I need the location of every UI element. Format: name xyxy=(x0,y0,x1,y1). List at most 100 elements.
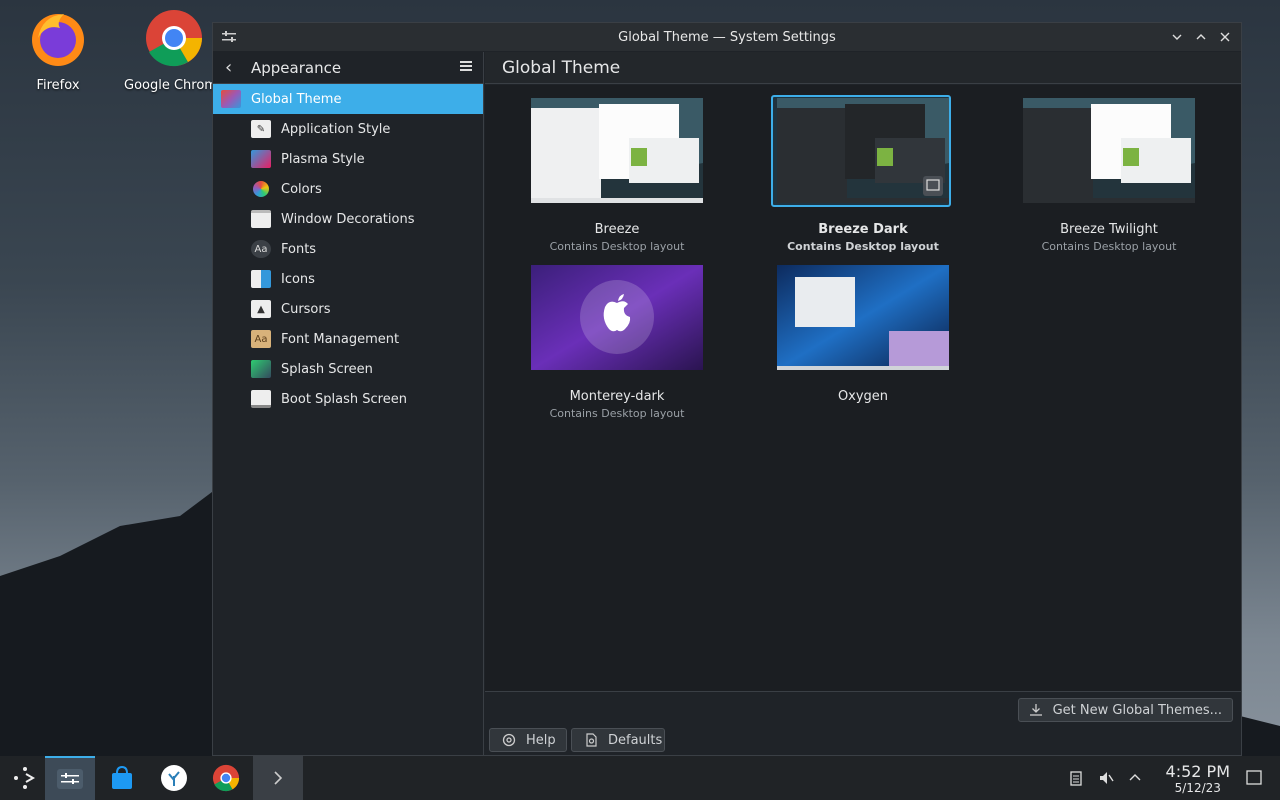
window-title: Global Theme — System Settings xyxy=(618,29,836,45)
desktop-icon-label: Firefox xyxy=(36,78,80,93)
colors-icon xyxy=(253,181,269,197)
chrome-icon xyxy=(146,10,202,67)
sidebar-item-global-theme[interactable]: Global Theme xyxy=(213,84,483,114)
coral-app-icon xyxy=(161,765,187,791)
help-button[interactable]: Help xyxy=(489,728,567,752)
clipboard-icon[interactable] xyxy=(1066,768,1086,788)
document-revert-icon xyxy=(586,733,597,747)
main-panel: Global Theme Breeze Contains Desktop lay… xyxy=(485,52,1241,755)
theme-preview xyxy=(1023,98,1195,203)
theme-grid: Breeze Contains Desktop layout Breeze Da… xyxy=(485,85,1241,692)
taskbar-chrome[interactable] xyxy=(201,756,251,800)
theme-card-breeze-dark[interactable]: Breeze Dark Contains Desktop layout xyxy=(771,95,953,253)
get-new-themes-label: Get New Global Themes... xyxy=(1052,702,1222,718)
sidebar-header: ‹ Appearance xyxy=(213,52,483,84)
font-management-icon: Aa xyxy=(251,330,271,348)
taskbar-discover[interactable] xyxy=(97,756,147,800)
window-decorations-icon xyxy=(251,210,271,228)
application-launcher-button[interactable] xyxy=(0,756,50,800)
fonts-icon: Aa xyxy=(251,240,271,258)
sidebar-item-label: Plasma Style xyxy=(281,151,365,167)
sidebar-item-label: Window Decorations xyxy=(281,211,415,227)
chevron-up-icon[interactable] xyxy=(1125,768,1145,788)
sidebar-item-boot-splash-screen[interactable]: Boot Splash Screen xyxy=(213,384,483,414)
minimize-button[interactable] xyxy=(1167,27,1187,47)
firefox-icon xyxy=(32,14,84,66)
get-new-themes-button[interactable]: Get New Global Themes... xyxy=(1017,698,1233,722)
theme-subtitle: Contains Desktop layout xyxy=(549,407,685,420)
maximize-button[interactable] xyxy=(1191,27,1211,47)
window-titlebar[interactable]: Global Theme — System Settings xyxy=(213,23,1241,51)
theme-preview xyxy=(777,265,949,370)
sidebar-item-label: Cursors xyxy=(281,301,331,317)
close-icon xyxy=(1220,32,1230,42)
theme-name: Breeze xyxy=(594,222,640,237)
system-settings-icon xyxy=(222,31,236,42)
defaults-button[interactable]: Defaults xyxy=(571,728,665,752)
sidebar: ‹ Appearance Global Theme ✎ Application … xyxy=(213,52,484,755)
taskbar: 4:52 PM 5/12/23 xyxy=(0,756,1280,800)
volume-muted-icon[interactable] xyxy=(1096,768,1116,788)
application-style-icon: ✎ xyxy=(251,120,271,138)
theme-subtitle: Contains Desktop layout xyxy=(1041,240,1177,253)
taskbar-system-settings[interactable] xyxy=(45,756,95,800)
desktop-icon-firefox[interactable]: Firefox xyxy=(8,8,108,93)
sidebar-item-icons[interactable]: Icons xyxy=(213,264,483,294)
theme-card-breeze-twilight[interactable]: Breeze Twilight Contains Desktop layout xyxy=(1019,98,1199,253)
sidebar-item-font-management[interactable]: Aa Font Management xyxy=(213,324,483,354)
boot-splash-screen-icon xyxy=(251,390,271,408)
sidebar-item-application-style[interactable]: ✎ Application Style xyxy=(213,114,483,144)
theme-card-breeze[interactable]: Breeze Contains Desktop layout xyxy=(527,98,707,253)
sidebar-item-label: Application Style xyxy=(281,121,391,137)
sidebar-item-label: Colors xyxy=(281,181,322,197)
sidebar-item-label: Boot Splash Screen xyxy=(281,391,407,407)
sidebar-item-fonts[interactable]: Aa Fonts xyxy=(213,234,483,264)
theme-preview xyxy=(777,98,949,203)
sidebar-item-label: Fonts xyxy=(281,241,317,257)
sidebar-item-cursors[interactable]: ▲ Cursors xyxy=(213,294,483,324)
sidebar-item-label: Font Management xyxy=(281,331,400,347)
help-label: Help xyxy=(526,732,556,748)
theme-name: Monterey-dark xyxy=(569,389,665,404)
sidebar-item-colors[interactable]: Colors xyxy=(213,174,483,204)
theme-name: Breeze Dark xyxy=(818,222,908,237)
theme-subtitle: Contains Desktop layout xyxy=(787,240,939,253)
global-theme-icon xyxy=(221,90,241,108)
desktop-icon-label: Google Chrome xyxy=(124,78,225,93)
clock-date: 5/12/23 xyxy=(1174,781,1221,795)
sidebar-item-splash-screen[interactable]: Splash Screen xyxy=(213,354,483,384)
terminal-icon xyxy=(274,771,283,785)
launcher-icon xyxy=(14,767,36,789)
digital-clock[interactable]: 4:52 PM 5/12/23 xyxy=(1166,762,1230,795)
sidebar-item-window-decorations[interactable]: Window Decorations xyxy=(213,204,483,234)
sidebar-item-label: Global Theme xyxy=(251,91,342,107)
theme-preview xyxy=(531,265,703,370)
clock-time: 4:52 PM xyxy=(1165,762,1230,781)
system-settings-icon xyxy=(57,769,83,789)
hamburger-menu-icon[interactable] xyxy=(459,59,473,73)
download-icon xyxy=(1029,704,1042,716)
taskbar-terminal[interactable] xyxy=(253,756,303,800)
plasma-style-icon xyxy=(251,150,271,168)
sidebar-item-label: Icons xyxy=(281,271,315,287)
theme-subtitle: Contains Desktop layout xyxy=(549,240,685,253)
splash-screen-icon xyxy=(251,360,271,378)
system-settings-window: Global Theme — System Settings ‹ Appeara… xyxy=(212,22,1242,756)
icons-icon xyxy=(251,270,271,288)
theme-name: Oxygen xyxy=(837,389,889,404)
taskbar-app[interactable] xyxy=(149,756,199,800)
chevron-up-icon xyxy=(1196,34,1206,40)
theme-name: Breeze Twilight xyxy=(1060,222,1158,237)
theme-card-oxygen[interactable]: Oxygen xyxy=(773,265,953,407)
theme-card-monterey-dark[interactable]: Monterey-dark Contains Desktop layout xyxy=(527,265,707,420)
cursors-icon: ▲ xyxy=(251,300,271,318)
page-title: Global Theme xyxy=(485,52,1241,84)
close-button[interactable] xyxy=(1215,27,1235,47)
desktop-icon-chrome[interactable]: Google Chrome xyxy=(124,8,225,93)
back-icon[interactable]: ‹ xyxy=(225,57,241,78)
store-bag-icon xyxy=(112,765,132,789)
sidebar-title: Appearance xyxy=(251,58,342,77)
show-desktop-icon[interactable] xyxy=(1244,768,1264,788)
theme-preview xyxy=(531,98,703,203)
sidebar-item-plasma-style[interactable]: Plasma Style xyxy=(213,144,483,174)
